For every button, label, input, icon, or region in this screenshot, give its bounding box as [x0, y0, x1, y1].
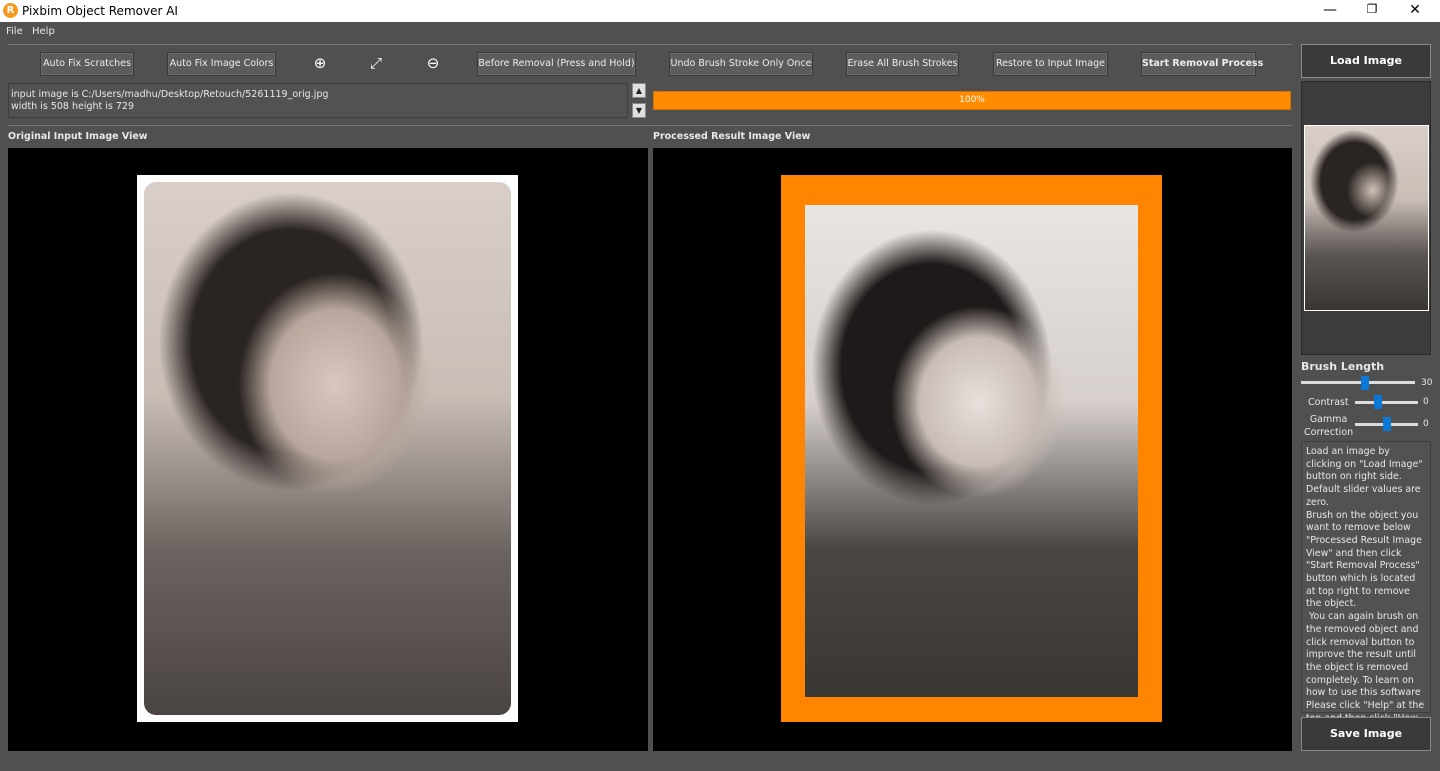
load-image-button[interactable]: Load Image	[1301, 44, 1431, 78]
divider	[8, 125, 1292, 126]
contrast-label: Contrast	[1308, 397, 1349, 408]
window-title: Pixbim Object Remover AI	[22, 4, 178, 18]
save-image-button[interactable]: Save Image	[1301, 717, 1431, 751]
app-logo: R	[3, 3, 18, 18]
title-bar: R Pixbim Object Remover AI — ❐ ✕	[0, 0, 1440, 22]
brush-length-label: Brush Length	[1301, 360, 1385, 373]
gamma-handle[interactable]	[1383, 417, 1391, 431]
contrast-slider[interactable]	[1355, 401, 1418, 404]
auto-fix-colors-button[interactable]: Auto Fix Image Colors	[167, 52, 276, 76]
thumbnail-image	[1304, 125, 1429, 311]
original-photo	[137, 175, 518, 722]
brush-length-slider[interactable]	[1301, 381, 1415, 384]
gamma-label: Gamma Correction	[1304, 414, 1354, 438]
contrast-value: 0	[1423, 397, 1429, 407]
divider	[8, 44, 1292, 45]
close-button[interactable]: ✕	[1400, 2, 1430, 18]
menu-help[interactable]: Help	[32, 26, 55, 37]
expand-icon[interactable]: ⤢	[365, 52, 387, 74]
info-box[interactable]: input image is C:/Users/madhu/Desktop/Re…	[8, 83, 628, 118]
start-removal-button[interactable]: Start Removal Process	[1141, 52, 1263, 76]
progress-bar: 100%	[653, 91, 1291, 110]
minimize-button[interactable]: —	[1315, 2, 1345, 18]
menu-bar: File Help	[0, 22, 1440, 40]
info-line-size: width is 508 height is 729	[11, 101, 135, 112]
restore-button[interactable]: ❐	[1357, 2, 1387, 16]
processed-photo[interactable]	[781, 175, 1162, 722]
auto-fix-scratches-button[interactable]: Auto Fix Scratches	[40, 52, 134, 76]
help-text: Load an image by clicking on "Load Image…	[1301, 441, 1431, 749]
contrast-handle[interactable]	[1374, 395, 1382, 409]
menu-file[interactable]: File	[6, 26, 23, 37]
brush-length-handle[interactable]	[1361, 376, 1369, 390]
zoom-in-icon[interactable]: ⊕	[309, 52, 331, 74]
before-removal-button[interactable]: Before Removal (Press and Hold)	[477, 52, 636, 76]
undo-stroke-button[interactable]: Undo Brush Stroke Only Once	[669, 52, 813, 76]
scroll-down-icon[interactable]: ▼	[632, 103, 646, 118]
info-line-path: input image is C:/Users/madhu/Desktop/Re…	[11, 89, 329, 100]
gamma-value: 0	[1423, 419, 1429, 429]
restore-input-button[interactable]: Restore to Input Image	[993, 52, 1108, 76]
brush-length-value: 30	[1421, 378, 1433, 388]
zoom-out-icon[interactable]: ⊖	[422, 52, 444, 74]
scroll-up-icon[interactable]: ▲	[632, 83, 646, 98]
processed-view-label: Processed Result Image View	[653, 131, 811, 142]
original-view-label: Original Input Image View	[8, 131, 148, 142]
erase-strokes-button[interactable]: Erase All Brush Strokes	[846, 52, 959, 76]
